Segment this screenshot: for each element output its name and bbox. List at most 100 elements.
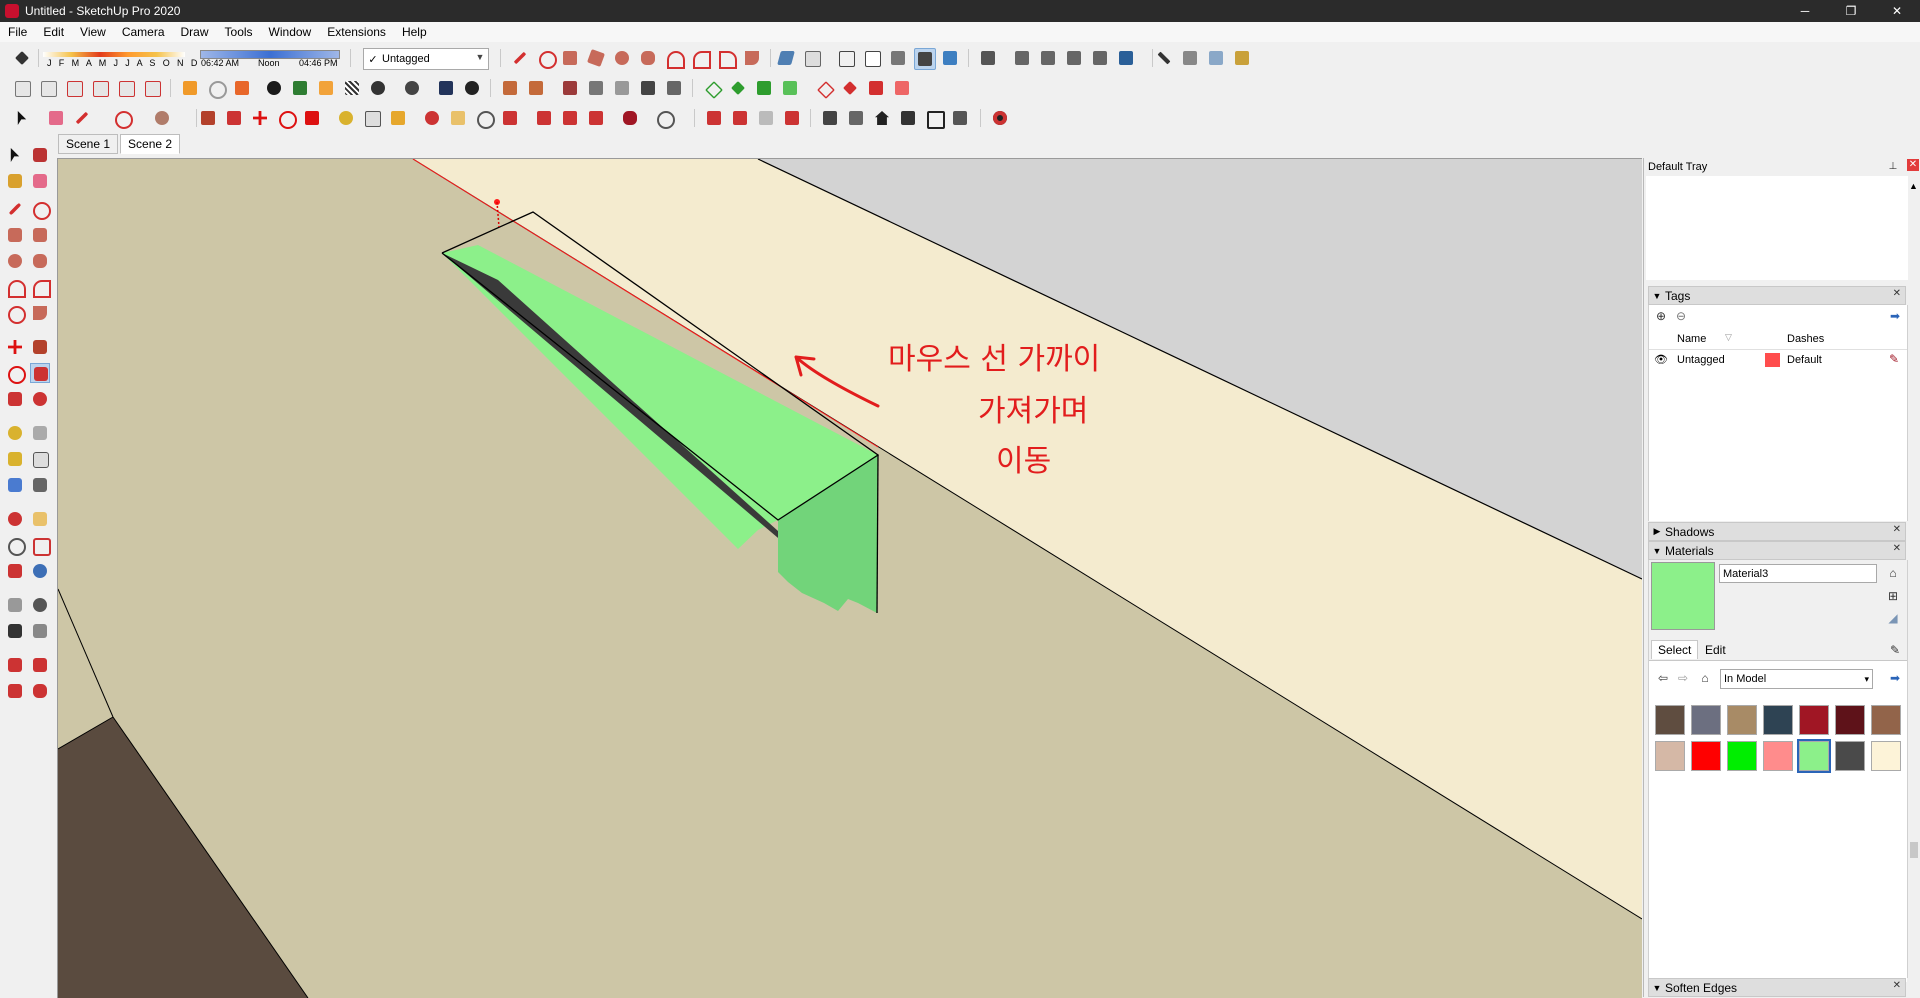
- paint-bucket-icon[interactable]: [5, 171, 25, 191]
- warehouse-3d-icon[interactable]: [534, 108, 554, 128]
- pin-icon[interactable]: ⊥: [1885, 159, 1901, 175]
- rotate-icon[interactable]: [276, 108, 297, 129]
- sandbox-from-contours-icon[interactable]: [500, 78, 520, 98]
- ruby-icon[interactable]: [30, 681, 50, 701]
- two-point-arc-icon[interactable]: [30, 277, 51, 298]
- month-slider[interactable]: [43, 52, 185, 57]
- cubes-red-icon[interactable]: [892, 78, 912, 98]
- material-swatch[interactable]: [1797, 739, 1831, 773]
- previous-view-icon[interactable]: [30, 561, 50, 581]
- material-swatch[interactable]: [1763, 741, 1793, 771]
- dimension-icon[interactable]: [30, 423, 50, 443]
- material-swatch[interactable]: [1655, 741, 1685, 771]
- eyedropper-icon[interactable]: ✎: [1887, 642, 1903, 658]
- cube-green-icon[interactable]: [754, 78, 774, 98]
- diamond-red-icon[interactable]: [814, 78, 835, 99]
- section-plane-icon[interactable]: [30, 621, 50, 641]
- close-panel-icon[interactable]: ✕: [1893, 980, 1901, 991]
- lock-icon[interactable]: ⌂: [1885, 565, 1901, 581]
- close-panel-icon[interactable]: ✕: [1893, 288, 1901, 299]
- forward-arrow-icon[interactable]: ⇨: [1675, 670, 1691, 686]
- pencil-tool-icon[interactable]: [510, 48, 530, 68]
- layout-icon[interactable]: [1232, 48, 1252, 68]
- rotated-rectangle-icon[interactable]: [30, 225, 50, 245]
- flip-edge-icon[interactable]: [664, 78, 684, 98]
- back-arrow-icon[interactable]: ⇦: [1655, 670, 1671, 686]
- house-2-icon[interactable]: [898, 108, 918, 128]
- pan-icon[interactable]: [30, 509, 50, 529]
- tab-scene-1[interactable]: Scene 1: [58, 134, 119, 154]
- info-icon[interactable]: [462, 78, 482, 98]
- material-swatch[interactable]: [1727, 741, 1757, 771]
- filter-icon[interactable]: ▽: [1725, 332, 1732, 343]
- add-tag-icon[interactable]: ⊕: [1653, 308, 1669, 324]
- warehouse-icon[interactable]: [5, 655, 25, 675]
- diamond-green-icon[interactable]: [702, 78, 723, 99]
- eraser-icon[interactable]: [46, 108, 66, 128]
- tag-name[interactable]: Untagged: [1677, 354, 1725, 366]
- zoom-icon[interactable]: [474, 108, 495, 129]
- push-pull-icon[interactable]: [30, 337, 50, 357]
- rotated-rectangle-icon[interactable]: [586, 48, 606, 68]
- scale-icon[interactable]: [5, 389, 25, 409]
- view-front-icon[interactable]: [1064, 48, 1084, 68]
- arc-icon[interactable]: [5, 277, 26, 298]
- add-detail-icon[interactable]: [638, 78, 658, 98]
- diamond-green-solid-icon[interactable]: [728, 78, 748, 98]
- arc-dropdown-icon[interactable]: [112, 108, 133, 129]
- material-swatch[interactable]: [1763, 705, 1793, 735]
- refresh-icon[interactable]: [206, 78, 227, 99]
- extension-warehouse-icon[interactable]: [560, 108, 580, 128]
- tag-dropdown[interactable]: ✓ Untagged ▼: [363, 48, 489, 70]
- pie-icon[interactable]: [30, 303, 50, 323]
- material-swatch[interactable]: [1655, 705, 1685, 735]
- delete-tag-icon[interactable]: ⊖: [1673, 308, 1689, 324]
- position-camera-icon[interactable]: [5, 595, 25, 615]
- shape-dropdown-icon[interactable]: [152, 108, 172, 128]
- eye-visibility-icon[interactable]: 👁: [1654, 353, 1668, 366]
- view-iso-icon[interactable]: [1012, 48, 1032, 68]
- sandbox-from-scratch-icon[interactable]: [526, 78, 546, 98]
- freehand-tool-icon[interactable]: [536, 48, 557, 69]
- soften-edges-panel-header[interactable]: ▼ Soften Edges ✕: [1648, 978, 1906, 997]
- new-file-icon[interactable]: [12, 78, 32, 98]
- material-swatch[interactable]: [1871, 741, 1901, 771]
- menu-extensions[interactable]: Extensions: [319, 25, 394, 39]
- axes-icon[interactable]: [5, 475, 25, 495]
- cubes-green-icon[interactable]: [780, 78, 800, 98]
- mail-icon[interactable]: [436, 78, 456, 98]
- eraser-icon[interactable]: [30, 171, 50, 191]
- menu-draw[interactable]: Draw: [173, 25, 217, 39]
- stack-icon[interactable]: [232, 78, 252, 98]
- details-arrow-icon[interactable]: ➡: [1887, 308, 1903, 324]
- push-pull-icon[interactable]: [198, 108, 218, 128]
- solid-intersect-icon[interactable]: [730, 108, 750, 128]
- circle-icon[interactable]: [5, 251, 25, 271]
- freehand-icon[interactable]: [30, 199, 51, 220]
- look-around-icon[interactable]: [30, 595, 50, 615]
- close-panel-icon[interactable]: ✕: [1893, 543, 1901, 554]
- details-arrow-icon[interactable]: ➡: [1887, 670, 1903, 686]
- follow-me-icon[interactable]: [30, 363, 50, 383]
- two-point-arc-icon[interactable]: [690, 48, 711, 69]
- save-icon[interactable]: [64, 78, 84, 98]
- select-arrow-icon[interactable]: [12, 108, 32, 128]
- restore-button[interactable]: ❐: [1828, 0, 1874, 22]
- share-icon[interactable]: [586, 108, 606, 128]
- materials-panel-header[interactable]: ▼ Materials ✕: [1648, 541, 1906, 560]
- style-backedges-icon[interactable]: [802, 48, 822, 68]
- material-preview[interactable]: [1651, 562, 1715, 630]
- rectangle-tool-icon[interactable]: [560, 48, 580, 68]
- menu-help[interactable]: Help: [394, 25, 435, 39]
- style-monochrome-icon[interactable]: [940, 48, 960, 68]
- menu-edit[interactable]: Edit: [35, 25, 72, 39]
- polygon-tool-icon[interactable]: [638, 48, 658, 68]
- material-swatch[interactable]: [1799, 705, 1829, 735]
- ruby-icon[interactable]: [620, 108, 640, 128]
- dimension-icon[interactable]: [362, 108, 382, 128]
- stamp-icon[interactable]: [586, 78, 606, 98]
- offset-icon[interactable]: [30, 389, 50, 409]
- tab-scene-2[interactable]: Scene 2: [120, 134, 181, 154]
- extension-warehouse-icon[interactable]: [30, 655, 50, 675]
- style-shaded-textures-icon[interactable]: [914, 48, 936, 70]
